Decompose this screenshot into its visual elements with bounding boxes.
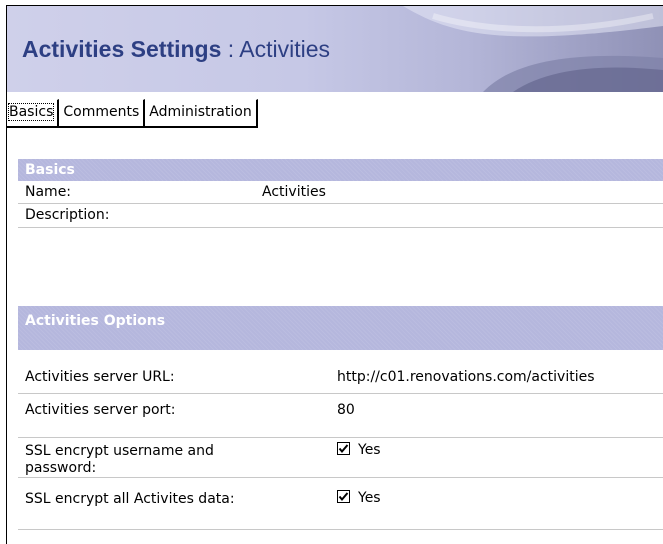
title-separator: : (221, 36, 240, 62)
options-section-header: Activities Options (18, 306, 663, 350)
tab-administration[interactable]: Administration (145, 99, 258, 128)
ssl-all-row: SSL encrypt all Activites data: Yes (18, 478, 663, 530)
server-port-value: 80 (337, 402, 355, 418)
tab-bar: Basics Comments Administration (7, 99, 258, 128)
ssl-credentials-value: Yes (358, 442, 381, 458)
page-subtitle: Activities (239, 36, 331, 62)
page-title: Activities Settings : Activities (22, 36, 331, 62)
name-value: Activities (262, 184, 326, 200)
server-port-label: Activities server port: (25, 402, 176, 418)
banner-decoration-icon (403, 6, 663, 92)
tab-basics[interactable]: Basics (7, 99, 60, 128)
ssl-all-checkbox[interactable] (337, 490, 350, 503)
basics-section-header: Basics (18, 159, 663, 181)
header-banner: Activities Settings : Activities (7, 6, 663, 92)
server-url-value: http://c01.renovations.com/activities (337, 369, 595, 385)
ssl-credentials-checkbox[interactable] (337, 442, 350, 455)
ssl-credentials-row: SSL encrypt username and password: Yes (18, 438, 663, 478)
checkmark-icon (338, 444, 349, 454)
server-port-row: Activities server port: 80 (18, 394, 663, 438)
ssl-all-control: Yes (337, 490, 381, 506)
ssl-credentials-control: Yes (337, 442, 381, 458)
server-url-label: Activities server URL: (25, 369, 175, 385)
checkmark-icon (338, 492, 349, 502)
server-url-row: Activities server URL: http://c01.renova… (18, 364, 663, 394)
description-label: Description: (25, 207, 110, 223)
tab-comments[interactable]: Comments (59, 99, 146, 128)
settings-frame: Activities Settings : Activities Basics … (6, 5, 663, 544)
ssl-all-value: Yes (358, 490, 381, 506)
name-row: Name: Activities (18, 181, 663, 204)
ssl-all-label: SSL encrypt all Activites data: (25, 491, 235, 507)
ssl-credentials-label: SSL encrypt username and password: (25, 443, 214, 476)
description-row: Description: (18, 204, 663, 228)
name-label: Name: (25, 184, 72, 200)
